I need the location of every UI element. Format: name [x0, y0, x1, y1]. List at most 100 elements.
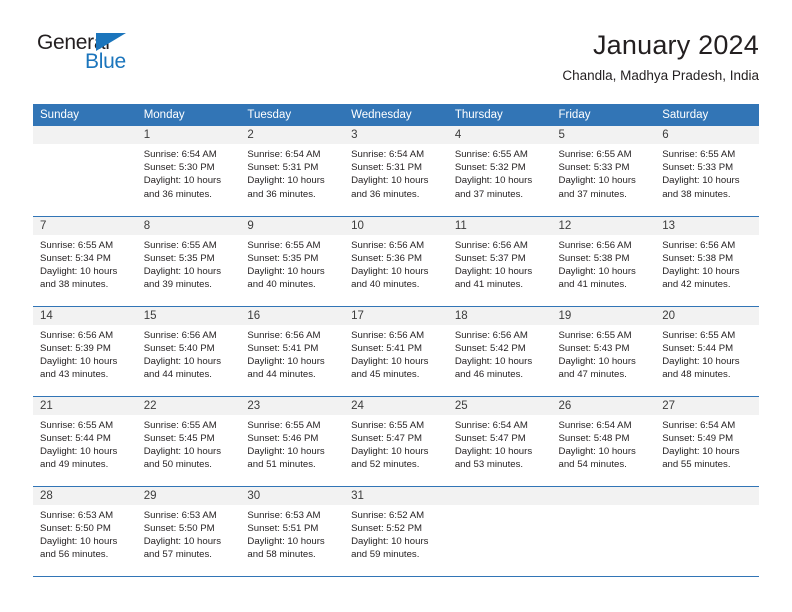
- logo-text-blue: Blue: [85, 50, 126, 73]
- calendar-day-cell[interactable]: 22 Sunrise: 6:55 AM Sunset: 5:45 PM Dayligh…: [136, 396, 241, 487]
- calendar-day-cell[interactable]: 23 Sunrise: 6:55 AM Sunset: 5:46 PM Dayligh…: [240, 396, 345, 487]
- day-number: 31: [344, 486, 448, 505]
- daylight-text-line1: Daylight: 10 hours: [40, 535, 118, 547]
- daylight-text-line1: Daylight: 10 hours: [351, 535, 429, 547]
- calendar-day-cell[interactable]: 10 Sunrise: 6:56 AM Sunset: 5:36 PM Dayligh…: [344, 216, 448, 307]
- daylight-text-line1: Daylight: 10 hours: [40, 355, 118, 367]
- day-number: 10: [344, 216, 448, 235]
- sunrise-text: Sunrise: 6:55 AM: [558, 329, 632, 341]
- sunrise-text: Sunrise: 6:54 AM: [143, 149, 217, 160]
- calendar-day-cell[interactable]: 13 Sunrise: 6:56 AM Sunset: 5:38 PM Dayligh…: [655, 216, 759, 307]
- day-number: [33, 126, 137, 144]
- day-sun-info: Sunrise: 6:55 AM Sunset: 5:46 PM Daylight:…: [240, 415, 344, 472]
- calendar-day-cell[interactable]: 12 Sunrise: 6:56 AM Sunset: 5:38 PM Dayligh…: [551, 216, 656, 307]
- calendar-day-cell[interactable]: 14 Sunrise: 6:56 AM Sunset: 5:39 PM Dayligh…: [33, 306, 137, 397]
- day-sun-info: Sunrise: 6:52 AM Sunset: 5:52 PM Daylight:…: [344, 505, 448, 562]
- sunset-text: Sunset: 5:49 PM: [662, 432, 734, 444]
- calendar-day-cell[interactable]: 19 Sunrise: 6:55 AM Sunset: 5:43 PM Dayligh…: [551, 306, 656, 397]
- sunset-text: Sunset: 5:31 PM: [247, 162, 319, 174]
- daylight-text-line1: Daylight: 10 hours: [454, 355, 533, 367]
- calendar-day-cell[interactable]: 28 Sunrise: 6:53 AM Sunset: 5:50 PM Dayligh…: [33, 486, 137, 577]
- daylight-text-line2: and 43 minutes.: [40, 369, 109, 381]
- calendar-day-cell[interactable]: 1 Sunrise: 6:54 AM Sunset: 5:30 PM Daylight…: [136, 126, 241, 217]
- daylight-text-line2: and 36 minutes.: [351, 188, 420, 200]
- sunrise-text: Sunrise: 6:53 AM: [143, 509, 217, 521]
- calendar-day-cell[interactable]: 4 Sunrise: 6:55 AM Sunset: 5:32 PM Daylight…: [447, 126, 552, 217]
- weekday-header-tuesday: Tuesday: [240, 104, 345, 126]
- daylight-text-line2: and 46 minutes.: [454, 369, 524, 381]
- calendar-day-cell-empty: [447, 486, 552, 577]
- daylight-text-line1: Daylight: 10 hours: [662, 445, 740, 457]
- calendar-day-cell[interactable]: 26 Sunrise: 6:54 AM Sunset: 5:48 PM Dayligh…: [551, 396, 656, 487]
- sunset-text: Sunset: 5:51 PM: [247, 522, 319, 534]
- weekday-header-wednesday: Wednesday: [344, 104, 448, 126]
- day-number: 23: [240, 396, 345, 415]
- calendar-day-cell[interactable]: 18 Sunrise: 6:56 AM Sunset: 5:42 PM Dayligh…: [447, 306, 552, 397]
- day-number: 13: [655, 216, 759, 235]
- day-sun-info: Sunrise: 6:54 AM Sunset: 5:31 PM Daylight:…: [240, 144, 344, 201]
- sunrise-text: Sunrise: 6:55 AM: [351, 419, 425, 431]
- calendar-day-cell[interactable]: 31 Sunrise: 6:52 AM Sunset: 5:52 PM Dayligh…: [344, 486, 448, 577]
- sunset-text: Sunset: 5:50 PM: [143, 522, 215, 534]
- sunset-text: Sunset: 5:40 PM: [143, 342, 215, 354]
- daylight-text-line2: and 59 minutes.: [351, 549, 420, 561]
- title-block: January 2024 Chandla, Madhya Pradesh, In…: [153, 28, 759, 84]
- calendar-day-cell[interactable]: 2 Sunrise: 6:54 AM Sunset: 5:31 PM Daylight…: [240, 126, 345, 217]
- sunset-text: Sunset: 5:50 PM: [40, 522, 111, 534]
- sunrise-text: Sunrise: 6:54 AM: [662, 419, 736, 431]
- page-title: January 2024: [592, 30, 759, 60]
- sunset-text: Sunset: 5:47 PM: [454, 432, 526, 444]
- sunrise-text: Sunrise: 6:55 AM: [247, 239, 321, 251]
- calendar-week-row: 1 Sunrise: 6:54 AM Sunset: 5:30 PM Daylight…: [33, 126, 759, 217]
- daylight-text-line2: and 41 minutes.: [454, 279, 524, 291]
- weekday-header-monday: Monday: [136, 104, 241, 126]
- calendar-day-cell[interactable]: 15 Sunrise: 6:56 AM Sunset: 5:40 PM Dayligh…: [136, 306, 241, 397]
- sunrise-text: Sunrise: 6:56 AM: [454, 329, 528, 341]
- calendar-day-cell[interactable]: 17 Sunrise: 6:56 AM Sunset: 5:41 PM Dayligh…: [344, 306, 448, 397]
- day-number: 25: [447, 396, 552, 415]
- day-sun-info: Sunrise: 6:54 AM Sunset: 5:31 PM Daylight:…: [344, 144, 448, 201]
- calendar-day-cell[interactable]: 24 Sunrise: 6:55 AM Sunset: 5:47 PM Dayligh…: [344, 396, 448, 487]
- weekday-header-friday: Friday: [551, 104, 656, 126]
- daylight-text-line2: and 50 minutes.: [143, 459, 212, 471]
- day-number: 11: [447, 216, 552, 235]
- sunrise-text: Sunrise: 6:55 AM: [40, 239, 114, 251]
- weekday-header-sunday: Sunday: [33, 104, 137, 126]
- calendar-day-cell[interactable]: 5 Sunrise: 6:55 AM Sunset: 5:33 PM Daylight…: [551, 126, 656, 217]
- calendar-header-row: Sunday Monday Tuesday Wednesday Thursday Frid…: [33, 104, 759, 126]
- daylight-text-line1: Daylight: 10 hours: [351, 265, 429, 277]
- calendar-day-cell[interactable]: 6 Sunrise: 6:55 AM Sunset: 5:33 PM Daylight…: [655, 126, 759, 217]
- daylight-text-line2: and 49 minutes.: [40, 459, 109, 471]
- calendar-day-cell[interactable]: 20 Sunrise: 6:55 AM Sunset: 5:44 PM Dayligh…: [655, 306, 759, 397]
- calendar-day-cell[interactable]: 8 Sunrise: 6:55 AM Sunset: 5:35 PM Daylight…: [136, 216, 241, 307]
- daylight-text-line2: and 38 minutes.: [40, 279, 109, 291]
- day-number: 8: [136, 216, 241, 235]
- calendar-day-cell[interactable]: 29 Sunrise: 6:53 AM Sunset: 5:50 PM Dayligh…: [136, 486, 241, 577]
- day-number: 16: [240, 306, 345, 325]
- daylight-text-line1: Daylight: 10 hours: [454, 445, 533, 457]
- calendar-day-cell[interactable]: 7 Sunrise: 6:55 AM Sunset: 5:34 PM Daylight…: [33, 216, 137, 307]
- calendar-day-cell[interactable]: 16 Sunrise: 6:56 AM Sunset: 5:41 PM Dayligh…: [240, 306, 345, 397]
- sunset-text: Sunset: 5:36 PM: [351, 252, 423, 264]
- calendar-day-cell[interactable]: 25 Sunrise: 6:54 AM Sunset: 5:47 PM Dayligh…: [447, 396, 552, 487]
- sunset-text: Sunset: 5:43 PM: [558, 342, 630, 354]
- calendar-day-cell[interactable]: 11 Sunrise: 6:56 AM Sunset: 5:37 PM Dayligh…: [447, 216, 552, 307]
- daylight-text-line1: Daylight: 10 hours: [143, 265, 222, 277]
- day-sun-info: Sunrise: 6:53 AM Sunset: 5:50 PM Daylight:…: [33, 505, 137, 562]
- sunset-text: Sunset: 5:45 PM: [143, 432, 215, 444]
- calendar-day-cell-empty: [655, 486, 759, 577]
- calendar-day-cell[interactable]: 9 Sunrise: 6:55 AM Sunset: 5:35 PM Daylight…: [240, 216, 345, 307]
- calendar-day-cell[interactable]: 30 Sunrise: 6:53 AM Sunset: 5:51 PM Dayligh…: [240, 486, 345, 577]
- calendar-day-cell[interactable]: 21 Sunrise: 6:55 AM Sunset: 5:44 PM Dayligh…: [33, 396, 137, 487]
- sunset-text: Sunset: 5:38 PM: [558, 252, 630, 264]
- day-number: 15: [136, 306, 241, 325]
- daylight-text-line1: Daylight: 10 hours: [558, 445, 636, 457]
- calendar-day-cell[interactable]: 27 Sunrise: 6:54 AM Sunset: 5:49 PM Dayligh…: [655, 396, 759, 487]
- day-sun-info: Sunrise: 6:53 AM Sunset: 5:51 PM Daylight:…: [240, 505, 344, 562]
- general-blue-logo[interactable]: General Blue: [33, 28, 153, 78]
- calendar-day-cell[interactable]: 3 Sunrise: 6:54 AM Sunset: 5:31 PM Daylight…: [344, 126, 448, 217]
- day-number: 19: [551, 306, 656, 325]
- weekday-header-thursday: Thursday: [447, 104, 552, 126]
- calendar-week-row: 28 Sunrise: 6:53 AM Sunset: 5:50 PM Dayligh…: [33, 486, 759, 577]
- sunset-text: Sunset: 5:38 PM: [662, 252, 734, 264]
